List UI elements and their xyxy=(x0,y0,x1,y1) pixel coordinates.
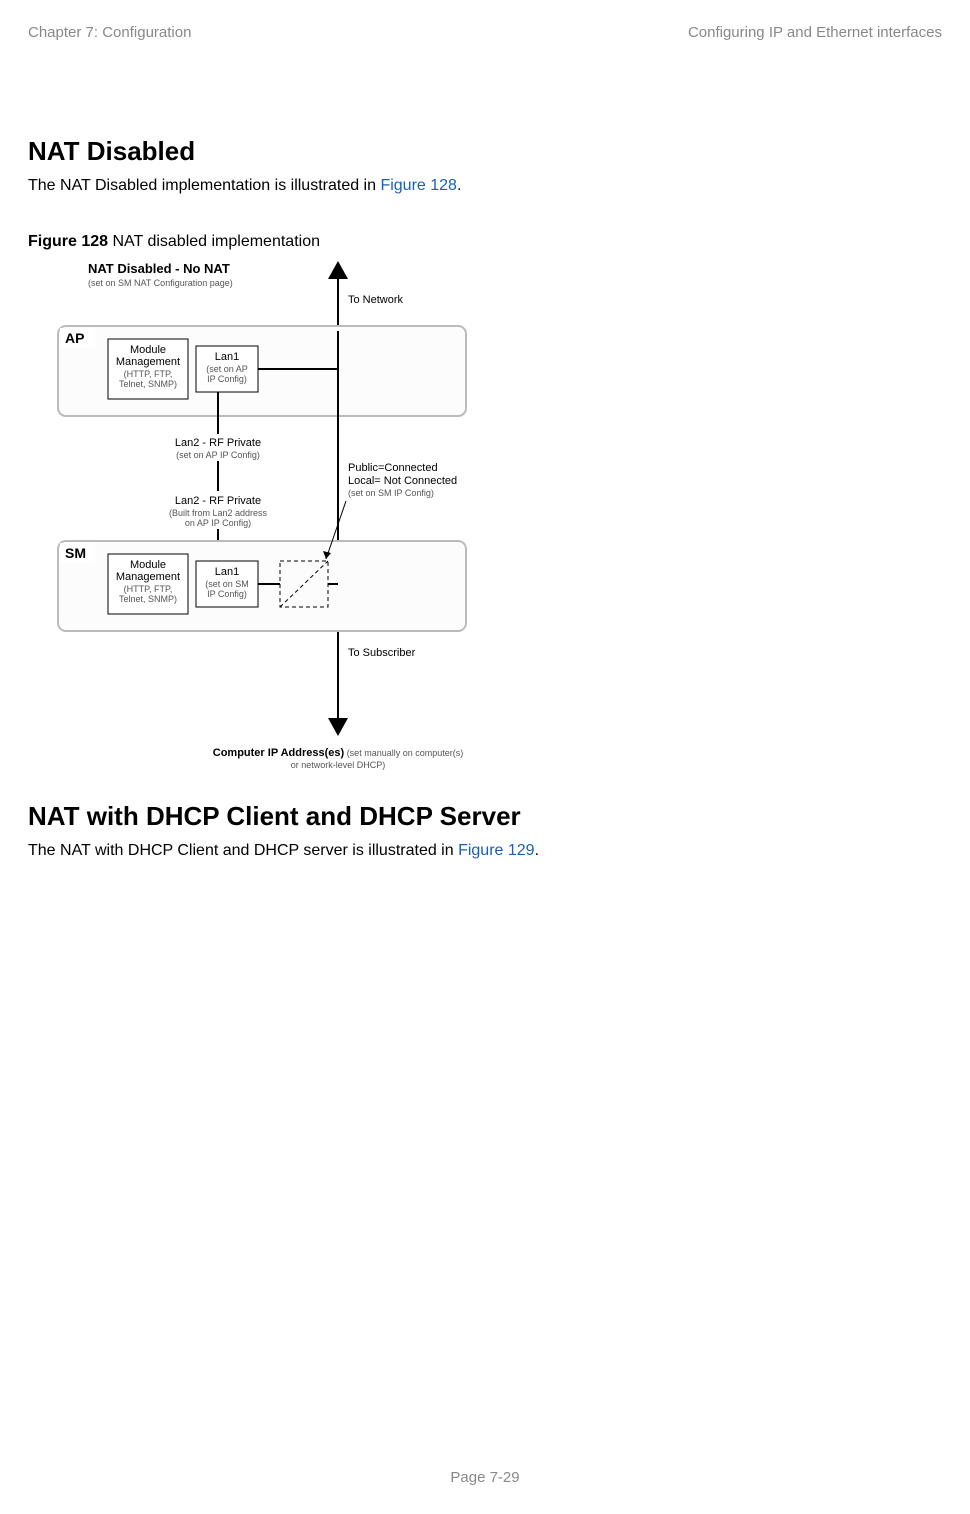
diagram-to-network-label: To Network xyxy=(348,294,404,306)
section-body-nat-disabled: The NAT Disabled implementation is illus… xyxy=(28,177,942,195)
figure-129-link[interactable]: Figure 129 xyxy=(458,842,535,859)
diagram-to-subscriber: To Subscriber xyxy=(348,647,416,659)
figure-128-caption: Figure 128 NAT disabled implementation xyxy=(28,233,942,251)
diagram-sm-module-mgmt1: Module xyxy=(130,559,166,571)
diagram-ap-module-mgmt1: Module xyxy=(130,344,166,356)
page-header: Chapter 7: Configuration Configuring IP … xyxy=(28,20,942,41)
figure-128-diagram: To Network NAT Disabled - No NAT (set on… xyxy=(48,261,558,781)
figure-caption-rest: NAT disabled implementation xyxy=(108,233,320,250)
diagram-public-line3: (set on SM IP Config) xyxy=(348,488,434,498)
page-footer: Page 7-29 xyxy=(0,1469,970,1486)
diagram-title-sub: (set on SM NAT Configuration page) xyxy=(88,278,233,288)
diagram-lan2-rf2-sub1: (Built from Lan2 address xyxy=(169,508,268,518)
diagram-sm-lan1-sub1: (set on SM xyxy=(205,579,249,589)
header-left: Chapter 7: Configuration xyxy=(28,24,191,41)
section-heading-nat-disabled: NAT Disabled xyxy=(28,136,942,167)
diagram-lan2-rf2-sub2: on AP IP Config) xyxy=(185,518,251,528)
diagram-sm-label: SM xyxy=(65,545,86,561)
body2-text-pre: The NAT with DHCP Client and DHCP server… xyxy=(28,842,458,859)
header-right: Configuring IP and Ethernet interfaces xyxy=(688,24,942,41)
figure-caption-bold: Figure 128 xyxy=(28,233,108,250)
diagram-lan2-rf1-sub: (set on AP IP Config) xyxy=(176,450,260,460)
section-body-nat-dhcp: The NAT with DHCP Client and DHCP server… xyxy=(28,842,942,860)
diagram-computer-ip: Computer IP Address(es) (set manually on… xyxy=(213,747,463,759)
diagram-title: NAT Disabled - No NAT xyxy=(88,261,230,276)
diagram-ap-lan1-sub1: (set on AP xyxy=(206,364,248,374)
diagram-ap-lan1: Lan1 xyxy=(215,351,239,363)
diagram-public-line1: Public=Connected xyxy=(348,462,438,474)
diagram-ap-label: AP xyxy=(65,330,84,346)
diagram-ap-module-sub1: (HTTP, FTP, xyxy=(124,369,173,379)
section-heading-nat-dhcp: NAT with DHCP Client and DHCP Server xyxy=(28,801,942,832)
diagram-ap-module-mgmt2: Management xyxy=(116,356,180,368)
diagram-ap-lan1-sub2: IP Config) xyxy=(207,374,247,384)
body-text-pre: The NAT Disabled implementation is illus… xyxy=(28,177,380,194)
diagram-lan2-rf1: Lan2 - RF Private xyxy=(175,437,261,449)
diagram-lan2-rf2: Lan2 - RF Private xyxy=(175,495,261,507)
diagram-sm-module-sub2: Telnet, SNMP) xyxy=(119,594,177,604)
diagram-sm-lan1-sub2: IP Config) xyxy=(207,589,247,599)
diagram-computer-ip-line2: or network-level DHCP) xyxy=(291,760,386,770)
diagram-sm-module-mgmt2: Management xyxy=(116,571,180,583)
figure-128-link[interactable]: Figure 128 xyxy=(380,177,457,194)
diagram-ap-module-sub2: Telnet, SNMP) xyxy=(119,379,177,389)
diagram-sm-lan1: Lan1 xyxy=(215,566,239,578)
body2-text-post: . xyxy=(535,842,539,859)
body-text-post: . xyxy=(457,177,461,194)
diagram-sm-module-sub1: (HTTP, FTP, xyxy=(124,584,173,594)
diagram-public-line2: Local= Not Connected xyxy=(348,475,457,487)
